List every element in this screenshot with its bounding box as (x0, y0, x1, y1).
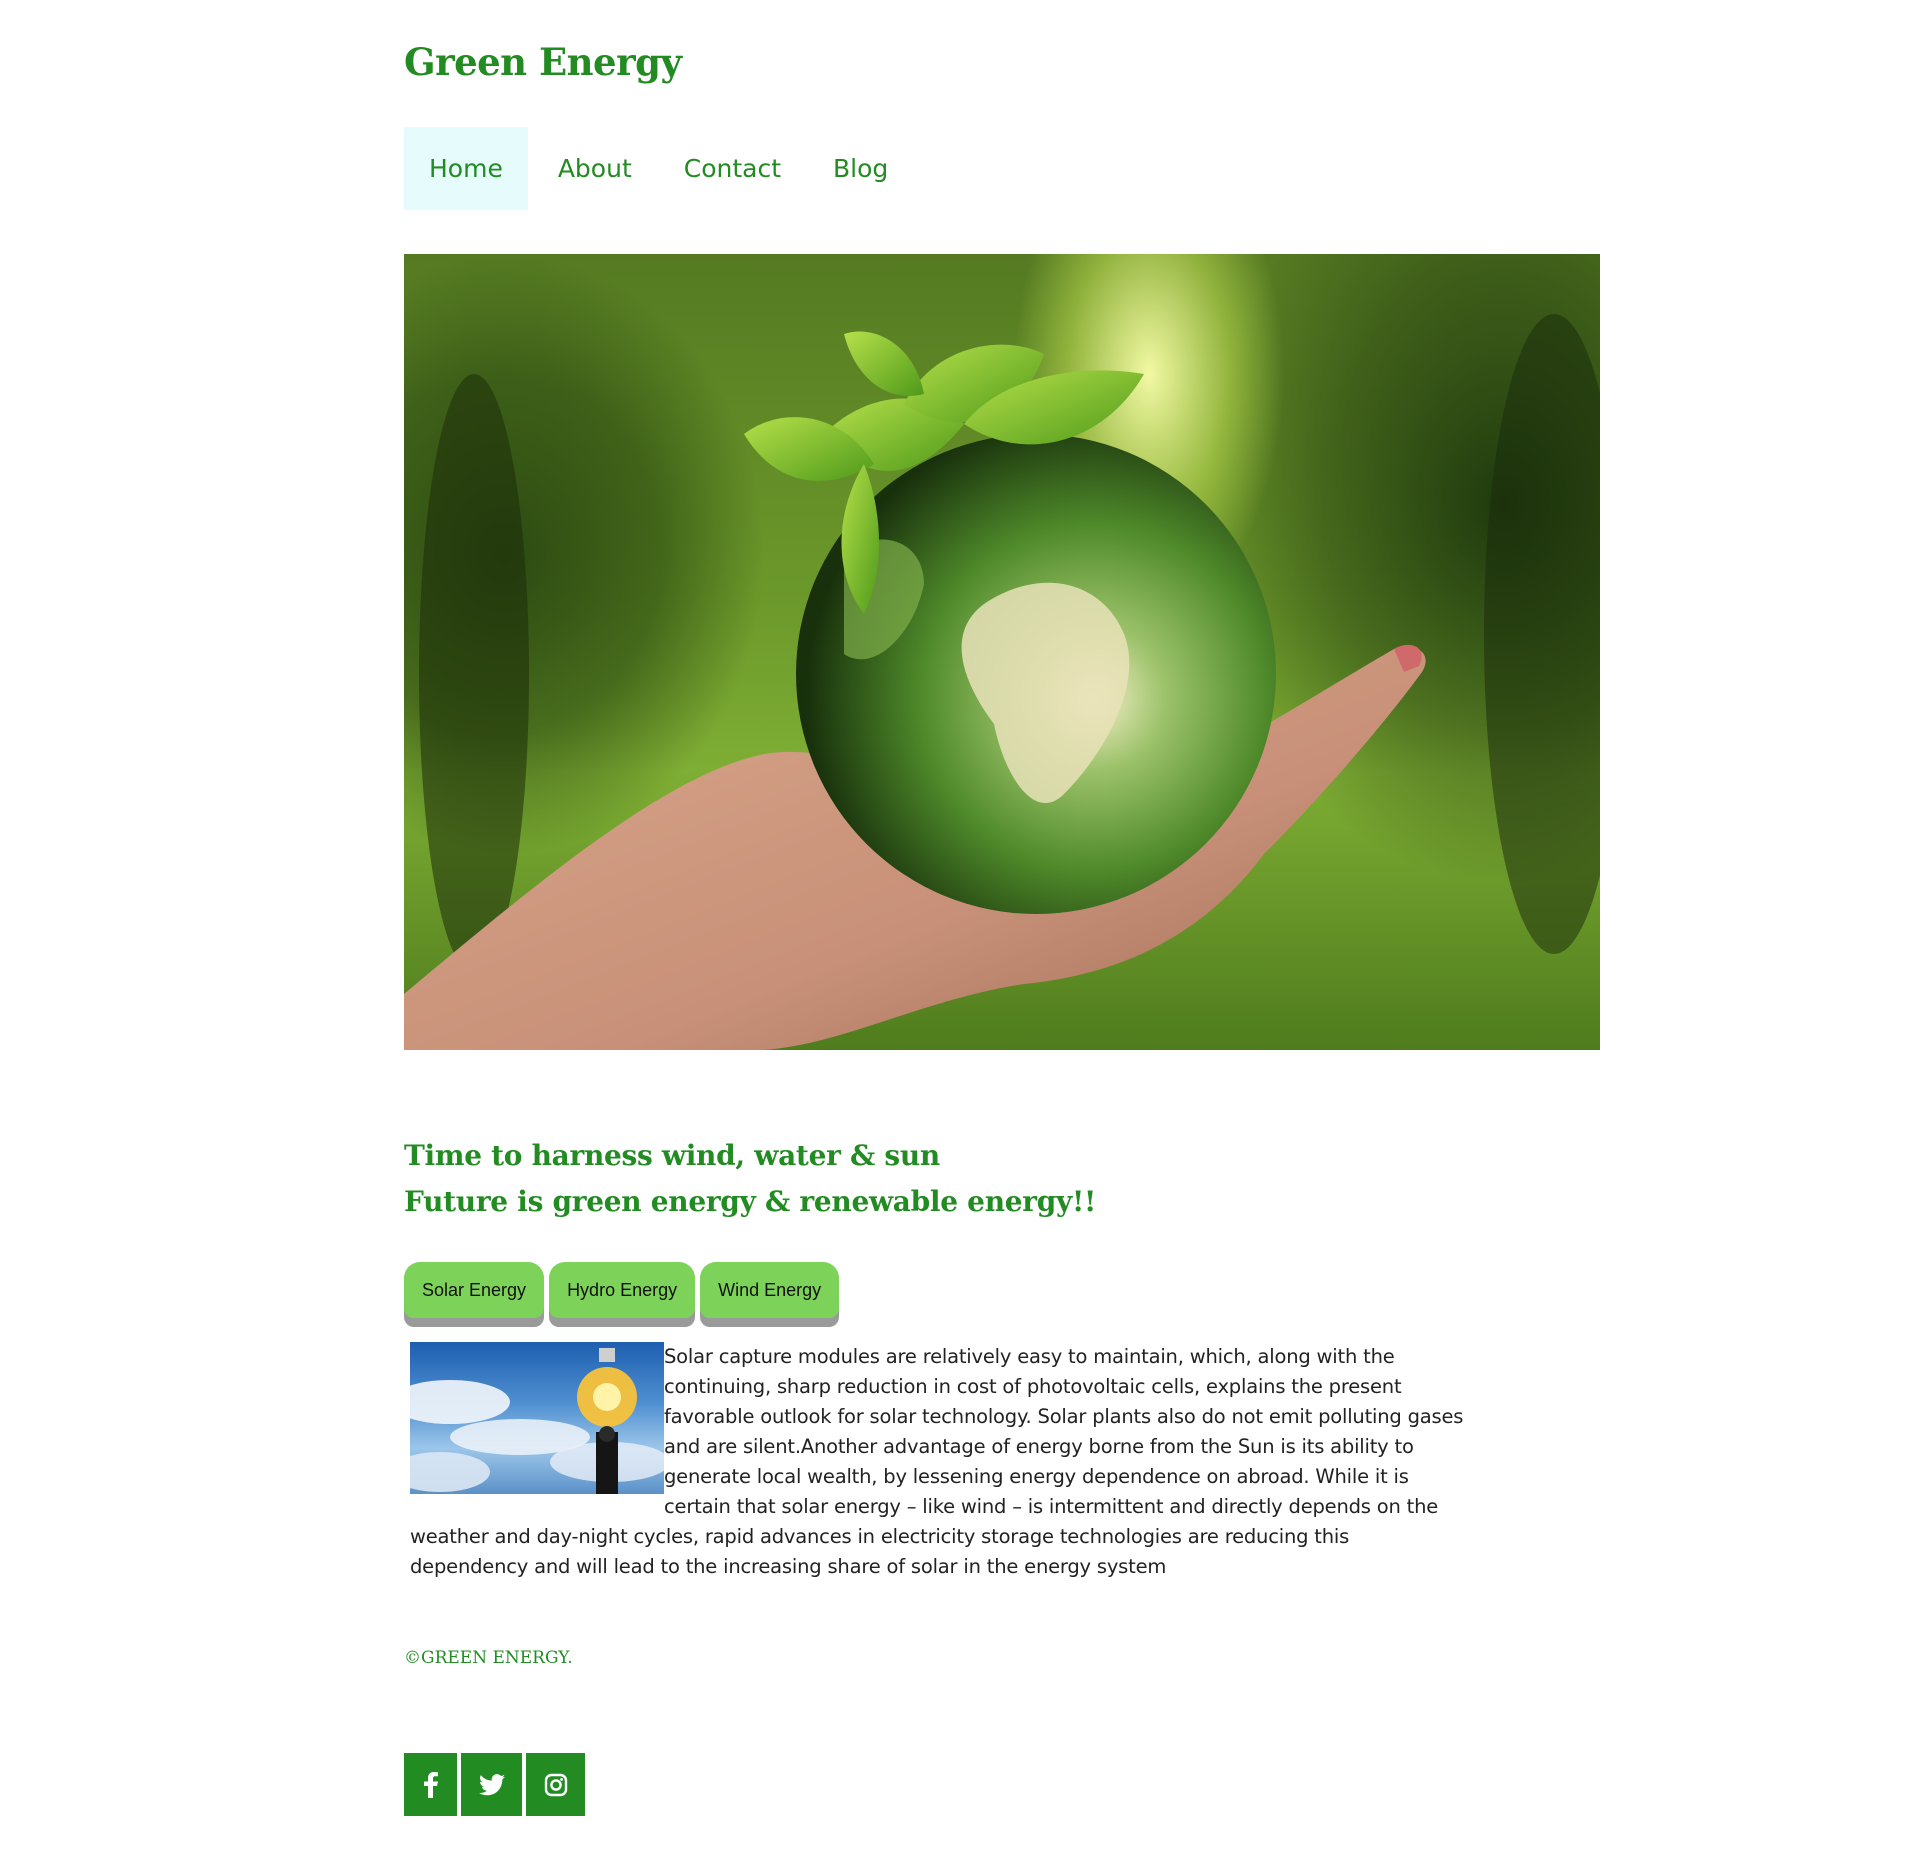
energy-tabs: Solar Energy Hydro Energy Wind Energy (404, 1262, 840, 1318)
tab-hydro-energy[interactable]: Hydro Energy (549, 1262, 696, 1318)
hero-image (404, 254, 1600, 1050)
facebook-icon (423, 1771, 438, 1798)
twitter-button[interactable] (461, 1753, 522, 1816)
social-links (404, 1753, 589, 1816)
site-title[interactable]: Green Energy (404, 40, 682, 84)
instagram-icon (544, 1773, 567, 1796)
tagline-line1: Time to harness wind, water & sun (404, 1139, 940, 1172)
tagline: Time to harness wind, water & sun Future… (404, 1133, 1096, 1225)
nav-item-blog[interactable]: Blog (809, 127, 916, 210)
tab-wind-energy[interactable]: Wind Energy (700, 1262, 840, 1318)
main-nav: Home About Contact Blog (404, 127, 916, 210)
tab-solar-energy[interactable]: Solar Energy (404, 1262, 545, 1318)
facebook-button[interactable] (404, 1753, 457, 1816)
nav-item-about[interactable]: About (534, 127, 660, 210)
tab-content: Solar capture modules are relatively eas… (410, 1342, 1470, 1582)
content-thumbnail (410, 1342, 664, 1494)
tagline-line2: Future is green energy & renewable energ… (404, 1185, 1096, 1218)
twitter-icon (478, 1773, 505, 1795)
nav-item-home[interactable]: Home (404, 127, 528, 210)
nav-item-contact[interactable]: Contact (660, 127, 809, 210)
copyright: ©GREEN ENERGY. (404, 1648, 573, 1668)
instagram-button[interactable] (526, 1753, 585, 1816)
